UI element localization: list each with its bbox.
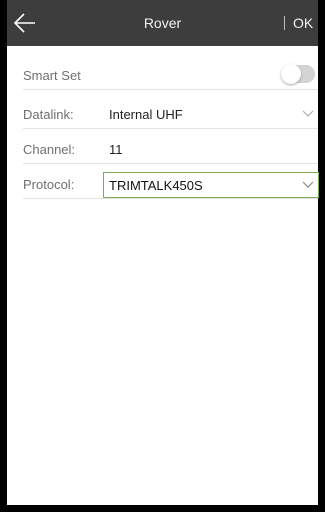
chevron-down-icon <box>302 181 314 188</box>
rover-screen: Rover OK Smart Set Datalink: Internal UH… <box>0 0 325 512</box>
datalink-value[interactable]: Internal UHF <box>109 107 183 122</box>
smart-set-row: Smart Set <box>23 62 318 90</box>
smart-set-label: Smart Set <box>23 68 81 83</box>
channel-label: Channel: <box>23 142 76 157</box>
datalink-row[interactable]: Datalink: Internal UHF <box>23 101 318 129</box>
toggle-knob <box>281 64 301 84</box>
channel-row: Channel: 11 <box>23 136 318 164</box>
ok-button[interactable]: OK <box>293 15 313 31</box>
channel-value[interactable]: 11 <box>109 142 123 157</box>
datalink-label: Datalink: <box>23 107 74 122</box>
header-divider <box>284 16 285 30</box>
protocol-row: Protocol: TRIMTALK450S <box>23 171 319 199</box>
smart-set-toggle[interactable] <box>281 64 315 84</box>
protocol-value: TRIMTALK450S <box>109 178 203 193</box>
app-header: Rover OK <box>7 0 318 46</box>
protocol-label: Protocol: <box>23 177 75 192</box>
chevron-down-icon[interactable] <box>302 110 314 118</box>
page-title: Rover <box>143 15 182 31</box>
protocol-select[interactable]: TRIMTALK450S <box>103 172 319 198</box>
